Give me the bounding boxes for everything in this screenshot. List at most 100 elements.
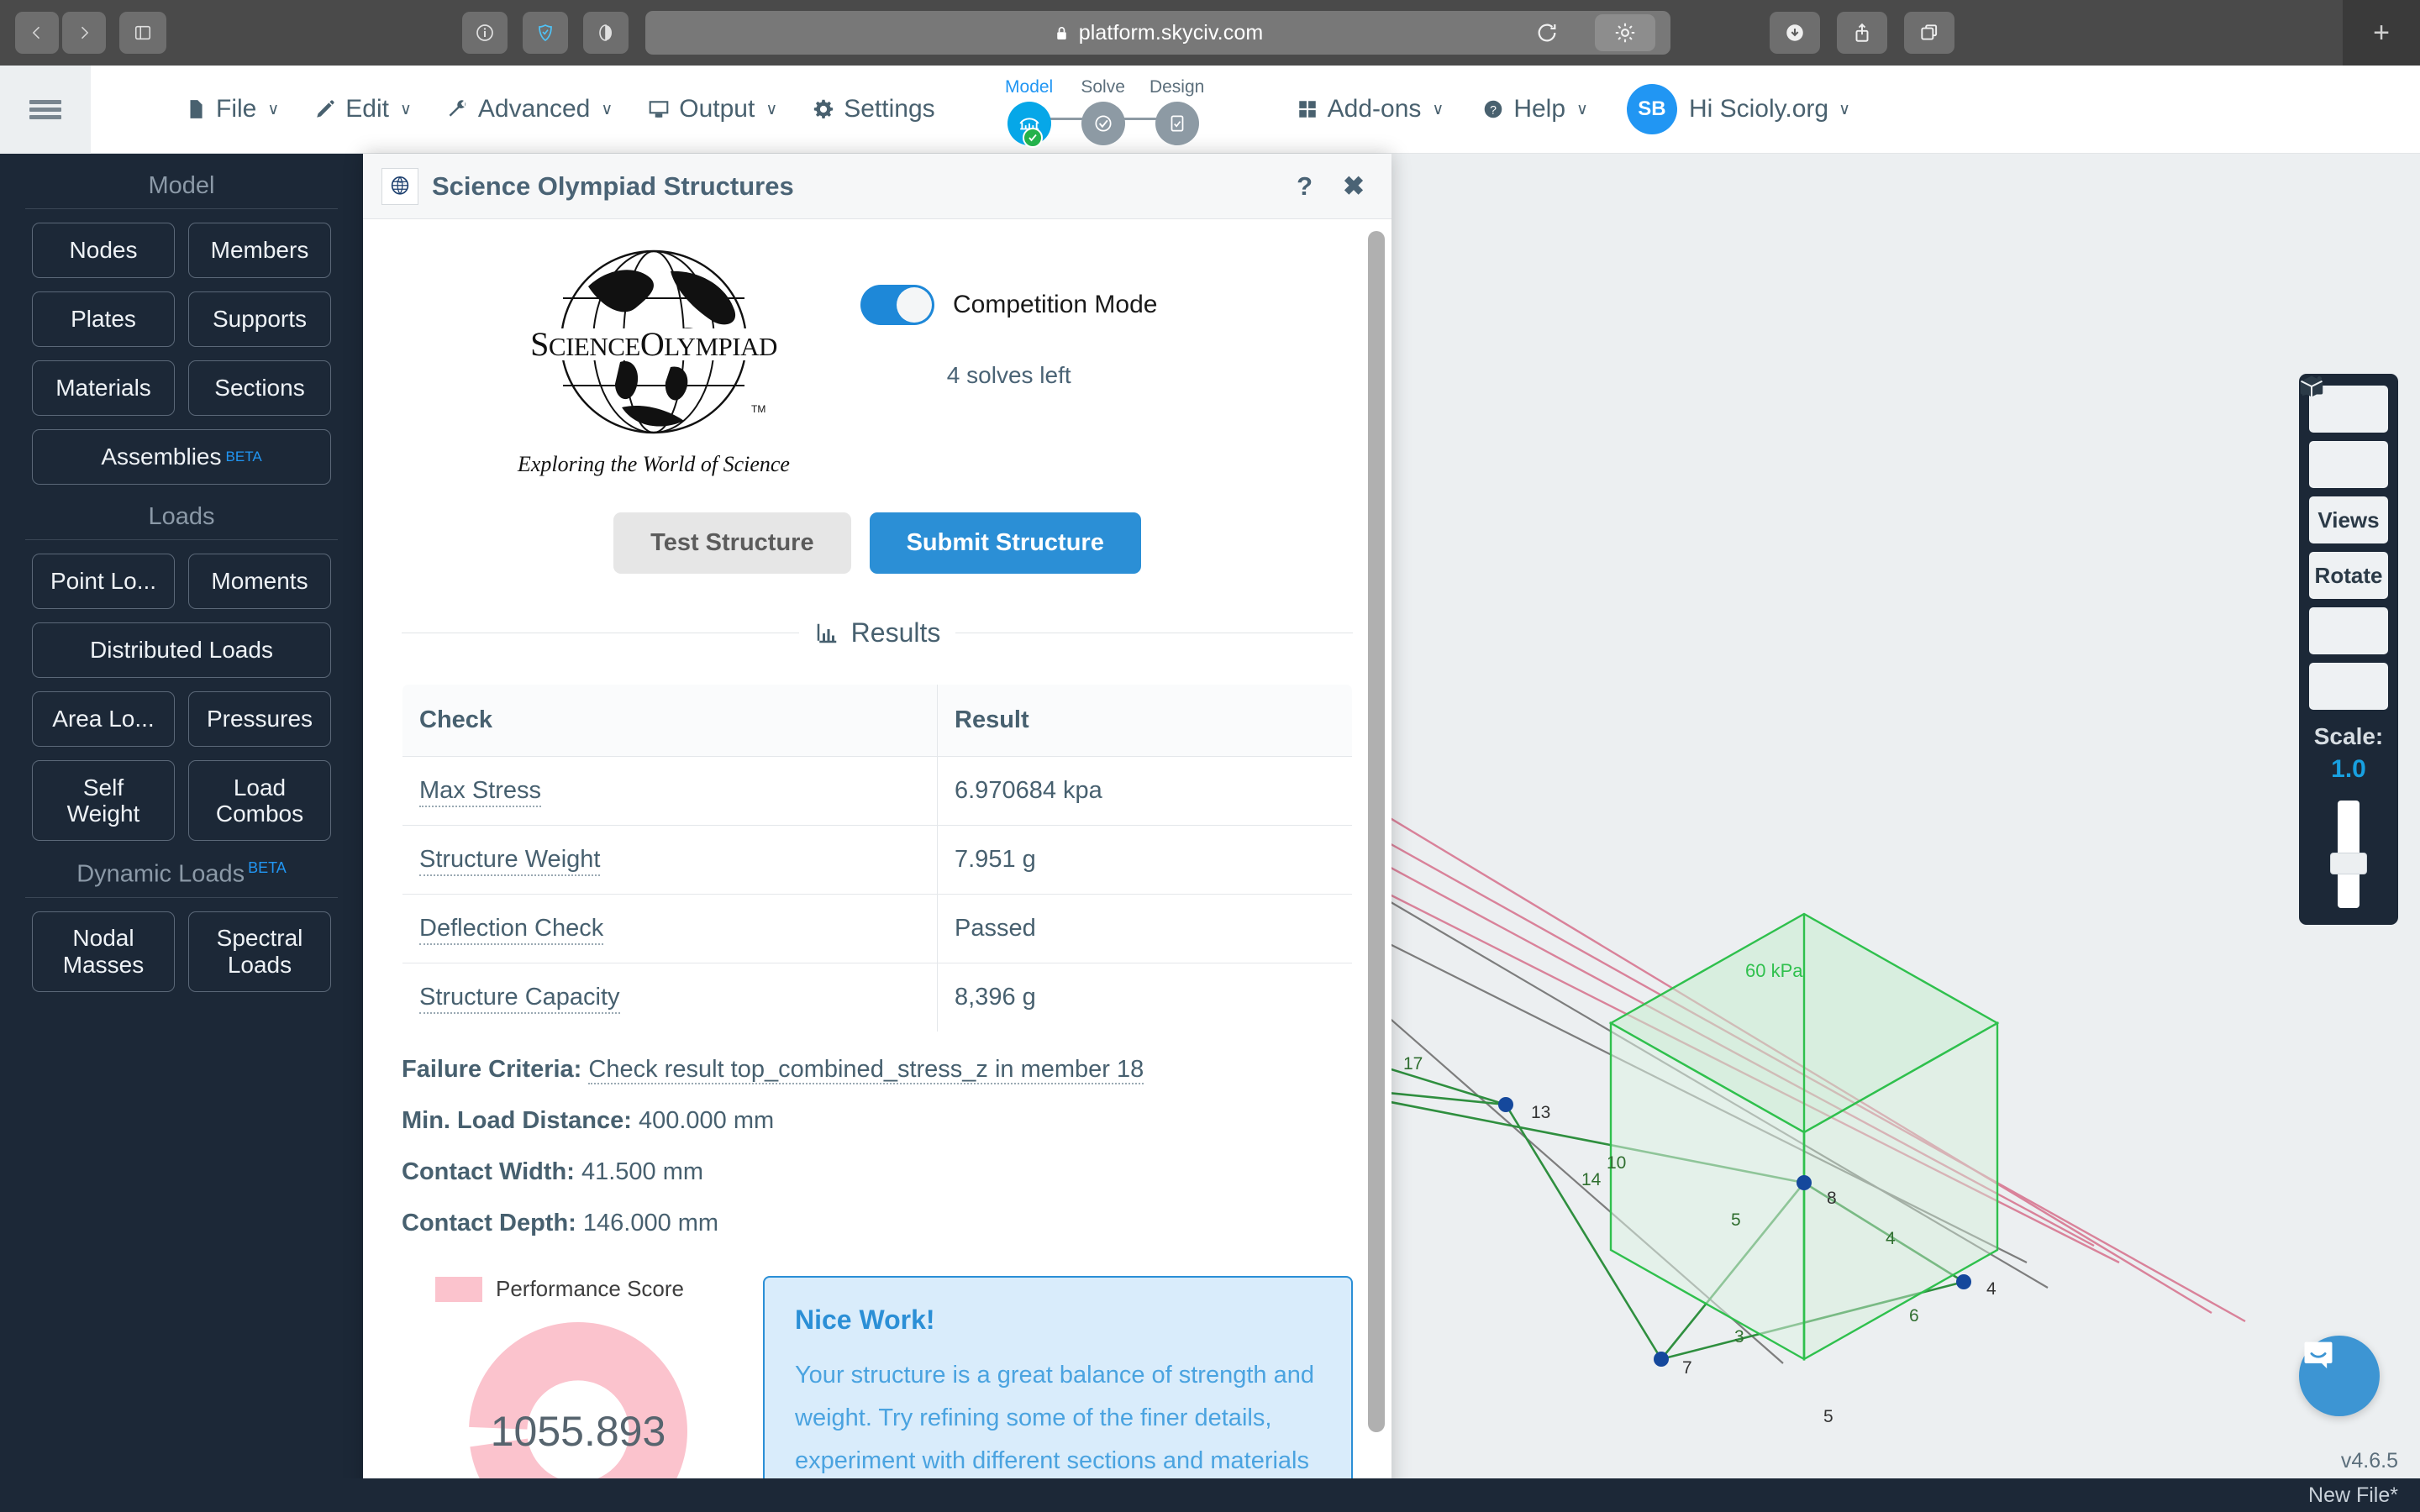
visibility-tool-button[interactable] <box>2309 441 2388 488</box>
check-label[interactable]: Structure Capacity <box>419 984 620 1014</box>
privacy-shield-icon <box>535 23 555 43</box>
stage-solve[interactable]: Solve <box>1066 77 1140 145</box>
competition-mode-toggle[interactable] <box>860 285 934 325</box>
new-tab-button[interactable]: + <box>2343 0 2420 66</box>
node-label-8: 8 <box>1827 1189 1837 1208</box>
detail-contact-depth: Contact Depth: 146.000 mm <box>402 1210 1353 1237</box>
browser-chrome: platform.skyciv.com <box>0 0 2420 66</box>
scale-slider-thumb[interactable] <box>2330 853 2367 874</box>
sidebar-item-area-loads[interactable]: Area Lo... <box>32 691 175 747</box>
beta-badge: BETA <box>248 859 287 876</box>
test-structure-button[interactable]: Test Structure <box>613 512 850 574</box>
menu-item-advanced[interactable]: Advanced ∨ <box>447 95 613 123</box>
browser-mid-group <box>462 12 629 54</box>
stage-model[interactable]: Model <box>992 77 1066 145</box>
sidebar-section-label: Loads <box>148 503 214 530</box>
bar-chart-icon <box>814 621 839 646</box>
chevron-left-icon <box>29 24 45 42</box>
check-cell: Max Stress <box>402 757 938 826</box>
sidebar-item-pressures[interactable]: Pressures <box>188 691 331 747</box>
menu-item-settings[interactable]: Settings <box>813 95 934 123</box>
sidebar-item-members[interactable]: Members <box>188 223 331 278</box>
scale-slider[interactable] <box>2338 801 2360 908</box>
sidebar-item-self-weight[interactable]: Self Weight <box>32 760 175 841</box>
chevron-down-icon: ∨ <box>601 100 613 119</box>
menu-item-edit[interactable]: Edit ∨ <box>314 95 412 123</box>
globe-logo-icon: SCIENCEOLYMPIAD TM <box>494 248 813 441</box>
chevron-down-icon: ∨ <box>1839 100 1850 119</box>
table-row: Structure Weight 7.951 g <box>402 826 1353 895</box>
avatar: SB <box>1627 84 1677 134</box>
sidebar-item-load-combos[interactable]: Load Combos <box>188 760 331 841</box>
sidebar-item-assemblies[interactable]: Assemblies BETA <box>32 429 331 485</box>
sidebar-row: Nodes Members <box>0 223 363 278</box>
pressure-label: 60 kPa <box>1745 960 1803 981</box>
divider <box>25 897 338 898</box>
result-cell: 6.970684 kpa <box>938 757 1353 826</box>
sidebar-item-spectral-loads[interactable]: Spectral Loads <box>188 911 331 992</box>
check-cell: Deflection Check <box>402 895 938 963</box>
sidebar-item-materials[interactable]: Materials <box>32 360 175 416</box>
tab-overview-button[interactable] <box>1904 12 1954 54</box>
back-button[interactable] <box>15 12 59 54</box>
svg-text:?: ? <box>1490 102 1497 116</box>
menu-item-output[interactable]: Output ∨ <box>648 95 777 123</box>
share-button[interactable] <box>1837 12 1887 54</box>
check-label[interactable]: Deflection Check <box>419 915 603 945</box>
user-menu[interactable]: SB Hi Scioly.org ∨ <box>1627 84 1850 134</box>
detail-value[interactable]: Check result top_combined_stress_z in me… <box>588 1056 1144 1084</box>
address-bar[interactable]: platform.skyciv.com <box>645 11 1670 55</box>
rotate-button[interactable]: Rotate <box>2309 552 2388 599</box>
modal-scrollbar[interactable] <box>1368 231 1385 1432</box>
intercom-chat-button[interactable] <box>2299 1336 2380 1416</box>
check-label[interactable]: Max Stress <box>419 777 541 807</box>
stage-design-label: Design <box>1150 77 1204 97</box>
reader-mode-button[interactable] <box>583 12 629 54</box>
privacy-report-button[interactable] <box>523 12 568 54</box>
sidebar-item-plates[interactable]: Plates <box>32 291 175 347</box>
sidebar-item-distributed-loads[interactable]: Distributed Loads <box>32 622 331 678</box>
sidebar-toggle-button[interactable] <box>119 12 166 54</box>
menu-item-file[interactable]: File ∨ <box>185 95 279 123</box>
extensions-button[interactable] <box>1595 14 1655 51</box>
submit-structure-button[interactable]: Submit Structure <box>870 512 1141 574</box>
sidebar-toggle-icon <box>134 24 152 42</box>
member-label-3: 3 <box>1734 1327 1744 1347</box>
views-button[interactable]: Views <box>2309 496 2388 543</box>
hamburger-menu-button[interactable] <box>0 66 91 154</box>
info-icon <box>475 23 495 43</box>
node-label-13b: 13 <box>1531 1103 1550 1122</box>
camera-button[interactable] <box>2309 607 2388 654</box>
column-header-check: Check <box>402 685 938 757</box>
sidebar-item-point-loads[interactable]: Point Lo... <box>32 554 175 609</box>
reload-button[interactable] <box>1531 17 1563 49</box>
stage-design[interactable]: Design <box>1140 77 1214 145</box>
nice-work-title: Nice Work! <box>795 1305 1321 1336</box>
detail-value: 146.000 mm <box>583 1210 718 1236</box>
forward-button[interactable] <box>62 12 106 54</box>
sidebar-item-supports[interactable]: Supports <box>188 291 331 347</box>
reader-mode-icon <box>596 23 616 43</box>
render-cube-button[interactable] <box>2309 663 2388 710</box>
page-info-button[interactable] <box>462 12 508 54</box>
stage-solve-circle <box>1081 102 1125 145</box>
menu-item-addons[interactable]: Add-ons ∨ <box>1297 95 1444 123</box>
member-label-14: 14 <box>1581 1170 1602 1189</box>
sidebar-item-nodes[interactable]: Nodes <box>32 223 175 278</box>
result-cell: Passed <box>938 895 1353 963</box>
sidebar-row: Self Weight Load Combos <box>0 760 363 841</box>
modal-close-button[interactable]: ✖ <box>1334 171 1373 202</box>
competition-mode-panel: Competition Mode 4 solves left <box>860 248 1157 389</box>
status-file-name: New File* <box>2308 1483 2398 1508</box>
check-label[interactable]: Structure Weight <box>419 846 600 876</box>
table-row: Structure Capacity 8,396 g <box>402 963 1353 1032</box>
sidebar-item-nodal-masses[interactable]: Nodal Masses <box>32 911 175 992</box>
version-tag: v4.6.5 <box>2341 1449 2398 1473</box>
sidebar-item-moments[interactable]: Moments <box>188 554 331 609</box>
reload-icon <box>1535 21 1559 45</box>
menu-item-help[interactable]: ? Help ∨ <box>1482 95 1588 123</box>
sidebar-item-sections[interactable]: Sections <box>188 360 331 416</box>
downloads-button[interactable] <box>1770 12 1820 54</box>
modal-help-button[interactable]: ? <box>1288 171 1321 202</box>
menu-item-output-label: Output <box>679 95 755 123</box>
